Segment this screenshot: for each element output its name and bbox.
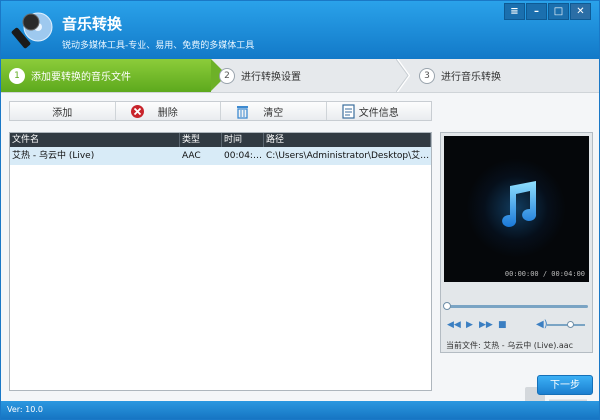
next-step-button[interactable]: 下一步 [537, 375, 593, 395]
menu-icon[interactable]: ≡ [504, 3, 525, 20]
step-number: 3 [419, 67, 435, 84]
cell-path: C:\Users\Administrator\Desktop\艾热 - ... [266, 151, 431, 161]
trash-icon [237, 106, 248, 119]
player-controls: ◀◀ ▶ ▶▶ ■ [447, 321, 507, 330]
step-2[interactable]: 2 进行转换设置 [211, 59, 406, 92]
version-label: Ver: 10.0 [7, 405, 43, 414]
step-label: 进行转换设置 [241, 72, 301, 83]
status-bar: Ver: 10.0 [1, 401, 599, 419]
prev-icon[interactable]: ◀◀ [447, 321, 461, 330]
file-info-icon [341, 104, 355, 119]
header-time[interactable]: 时间 [222, 133, 264, 147]
step-number: 1 [9, 67, 25, 84]
add-button[interactable]: 添加 [10, 102, 116, 120]
app-title: 音乐转换 [62, 15, 123, 33]
volume-slider[interactable] [547, 321, 585, 328]
app-subtitle: 锐动多媒体工具-专业、易用、免费的多媒体工具 [62, 41, 255, 51]
step-1[interactable]: 1 添加要转换的音乐文件 [1, 59, 227, 92]
seek-knob[interactable] [443, 302, 451, 310]
current-file-label: 当前文件: 艾热 - 乌云中 (Live).aac [446, 341, 574, 350]
chevron-right-icon [396, 59, 410, 92]
maximize-icon[interactable]: □ [548, 3, 569, 20]
step-label: 进行音乐转换 [441, 72, 501, 83]
delete-icon [130, 105, 144, 118]
step-bar: 1 添加要转换的音乐文件 2 进行转换设置 3 进行音乐转换 [1, 59, 599, 93]
header-filename[interactable]: 文件名 [10, 133, 180, 147]
app-window: 音乐转换 锐动多媒体工具-专业、易用、免费的多媒体工具 ≡ – □ ✕ 1 添加… [0, 0, 600, 420]
table-row[interactable]: 艾热 - 乌云中 (Live) AAC 00:04:10 C:\Users\Ad… [10, 147, 431, 165]
add-label: 添加 [52, 107, 73, 119]
cell-type: AAC [182, 151, 201, 161]
cell-filename: 艾热 - 乌云中 (Live) [12, 151, 95, 161]
header-path[interactable]: 路径 [264, 133, 431, 147]
step-label: 添加要转换的音乐文件 [31, 72, 131, 83]
clear-button[interactable]: 清空 [221, 102, 327, 120]
volume-icon[interactable]: ◀) [536, 319, 548, 330]
volume-knob[interactable] [566, 321, 574, 328]
toolbar: 添加 删除 清空 文件信息 [9, 101, 432, 121]
time-display: 00:00:00 / 00:04:00 [504, 270, 585, 278]
cell-time: 00:04:10 [224, 151, 264, 161]
step-number: 2 [219, 67, 235, 84]
player-panel: 00:00:00 / 00:04:00 ◀◀ ▶ ▶▶ ■ ◀) 当前文件: 艾… [440, 132, 593, 353]
close-icon[interactable]: ✕ [570, 3, 591, 20]
table-header: 文件名 类型 时间 路径 [10, 133, 431, 147]
minimize-icon[interactable]: – [526, 3, 547, 20]
stop-icon[interactable]: ■ [498, 321, 507, 330]
next-icon[interactable]: ▶▶ [479, 321, 493, 330]
file-info-button[interactable]: 文件信息 [327, 102, 432, 120]
clear-label: 清空 [263, 107, 284, 119]
delete-label: 删除 [157, 107, 178, 119]
preview-area: 00:00:00 / 00:04:00 [444, 136, 589, 282]
play-icon[interactable]: ▶ [466, 321, 475, 330]
window-controls: ≡ – □ ✕ [503, 3, 591, 20]
microphone-logo-icon [11, 12, 53, 49]
file-info-label: 文件信息 [358, 107, 399, 119]
header-type[interactable]: 类型 [180, 133, 222, 147]
step-3[interactable]: 3 进行音乐转换 [411, 59, 591, 92]
seek-bar[interactable] [443, 302, 588, 310]
delete-button[interactable]: 删除 [116, 102, 221, 120]
title-bar: 音乐转换 锐动多媒体工具-专业、易用、免费的多媒体工具 ≡ – □ ✕ [1, 1, 599, 59]
file-table: 文件名 类型 时间 路径 艾热 - 乌云中 (Live) AAC 00:04:1… [9, 132, 432, 391]
music-note-icon [502, 181, 537, 227]
